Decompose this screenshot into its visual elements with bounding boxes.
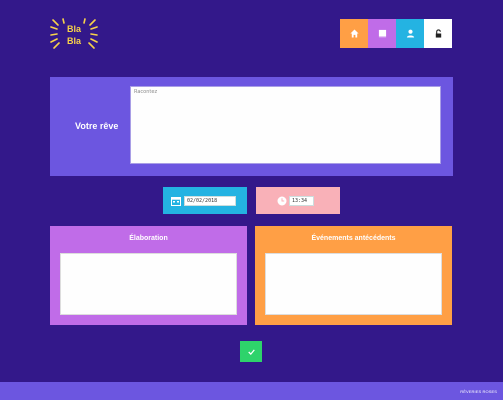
nav-book-button[interactable] [368, 19, 396, 48]
clock-icon [277, 196, 287, 206]
submit-button[interactable] [240, 341, 262, 362]
elaboration-card: Élaboration [50, 226, 247, 325]
time-field-group [256, 187, 340, 214]
nav-user-button[interactable] [396, 19, 424, 48]
nav-home-button[interactable] [340, 19, 368, 48]
date-input[interactable] [184, 196, 236, 206]
logo-sunburst-icon: Bla Bla [50, 18, 98, 49]
logo-line2: Bla [67, 36, 82, 46]
calendar-icon [171, 197, 181, 206]
elaboration-title: Élaboration [129, 235, 168, 242]
elaboration-textarea[interactable] [60, 253, 237, 315]
dream-textarea[interactable] [130, 86, 441, 164]
nav-lock-button[interactable] [424, 19, 452, 48]
home-icon [349, 29, 359, 38]
logo[interactable]: Bla Bla [50, 18, 98, 50]
time-input[interactable] [289, 196, 314, 206]
events-textarea[interactable] [265, 253, 442, 315]
book-icon [378, 29, 386, 38]
lock-icon [435, 29, 441, 38]
footer: RÊVERIES ROSES [0, 382, 503, 400]
user-icon [406, 29, 414, 38]
events-card: Événements antécédents [255, 226, 452, 325]
date-field-group [163, 187, 247, 214]
dream-label: Votre rêve [75, 121, 119, 131]
main-nav [340, 19, 452, 48]
check-icon [247, 348, 255, 355]
dream-panel: Votre rêve [50, 77, 453, 176]
footer-text: RÊVERIES ROSES [460, 389, 497, 394]
logo-line1: Bla [67, 24, 82, 34]
events-title: Événements antécédents [311, 235, 396, 242]
